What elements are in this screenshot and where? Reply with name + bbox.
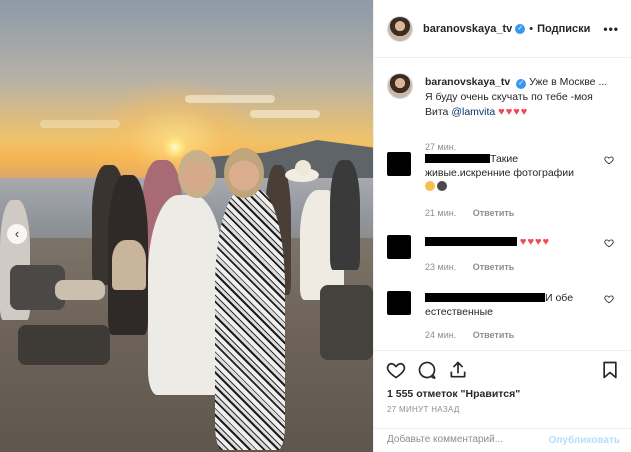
comment-text: ♥♥♥♥ bbox=[425, 235, 595, 249]
share-icon[interactable] bbox=[448, 360, 468, 380]
woman-in-newspaper-dress bbox=[215, 190, 285, 450]
post-side-panel: baranovskaya_tv ✓ • Подписки ••• baranov… bbox=[373, 0, 631, 452]
more-options-button[interactable]: ••• bbox=[603, 22, 619, 36]
caption-author-avatar[interactable] bbox=[387, 73, 413, 99]
cloud bbox=[185, 95, 275, 103]
comment-text-line-1: И обе bbox=[545, 292, 574, 304]
comments-list[interactable]: baranovskaya_tv ✓ Уже в Москве ... Я буд… bbox=[374, 58, 631, 350]
woman-head bbox=[224, 148, 264, 198]
comment-text: Такие живые.искренние фотографии bbox=[425, 152, 595, 194]
caption-line-1: Уже в Москве ... bbox=[529, 76, 608, 88]
hat-crown bbox=[295, 160, 311, 176]
woman-in-white-shirt bbox=[148, 195, 224, 395]
commenter-avatar-redacted[interactable] bbox=[387, 291, 411, 315]
red-hearts-emoji: ♥♥♥♥ bbox=[498, 106, 529, 118]
comment-text-line-2: живые.искренние фотографии bbox=[425, 167, 575, 179]
comment-icon[interactable] bbox=[417, 360, 437, 380]
caption-line-3: Вита bbox=[425, 106, 452, 118]
comment-time[interactable]: 23 мин. bbox=[425, 262, 456, 272]
post-photo[interactable]: ‹ bbox=[0, 0, 373, 452]
caption-text: baranovskaya_tv ✓ Уже в Москве ... Я буд… bbox=[425, 75, 625, 120]
add-comment-bar: Опубликовать bbox=[374, 428, 631, 452]
sunglasses-emoji bbox=[437, 181, 447, 191]
verified-icon: ✓ bbox=[516, 79, 527, 89]
reply-button[interactable]: Ответить bbox=[473, 330, 515, 340]
post-timestamp[interactable]: 27 МИНУТ НАЗАД bbox=[387, 405, 460, 414]
red-hearts-emoji: ♥♥♥♥ bbox=[519, 236, 551, 248]
woman-head bbox=[178, 150, 216, 198]
reply-button[interactable]: Ответить bbox=[473, 262, 515, 272]
commenter-avatar-redacted[interactable] bbox=[387, 235, 411, 259]
comment-like-heart-icon[interactable] bbox=[604, 238, 614, 248]
commenter-avatar-redacted[interactable] bbox=[387, 152, 411, 176]
comment-time[interactable]: 21 мин. bbox=[425, 208, 456, 218]
heart-icon[interactable] bbox=[386, 360, 406, 380]
previous-photo-button[interactable]: ‹ bbox=[7, 224, 27, 244]
publish-button[interactable]: Опубликовать bbox=[549, 435, 620, 446]
comment-like-heart-icon[interactable] bbox=[604, 155, 614, 165]
floor-cushion bbox=[18, 325, 110, 365]
separator-dot: • bbox=[529, 22, 534, 35]
following-button[interactable]: Подписки bbox=[537, 23, 590, 35]
comment-meta: 21 мин. Ответить bbox=[425, 208, 514, 218]
comment-text-line-2: естественные bbox=[425, 306, 493, 318]
author-avatar[interactable] bbox=[387, 15, 413, 42]
background-person-skirt bbox=[112, 240, 146, 290]
background-person bbox=[330, 160, 360, 270]
caption-time[interactable]: 27 мин. bbox=[425, 142, 456, 152]
likes-count[interactable]: 1 555 отметок "Нравится" bbox=[387, 388, 520, 400]
comment-meta: 24 мин. Ответить bbox=[425, 330, 514, 340]
action-bar bbox=[374, 350, 631, 386]
comment-text-line-1: Такие bbox=[490, 153, 519, 165]
comment-meta: 23 мин. Ответить bbox=[425, 262, 514, 272]
heart-eyes-emoji bbox=[425, 181, 435, 191]
redacted-username bbox=[425, 154, 490, 163]
author-username[interactable]: baranovskaya_tv bbox=[423, 23, 512, 35]
lounge-sofa bbox=[320, 285, 373, 360]
redacted-username bbox=[425, 293, 545, 302]
redacted-username bbox=[425, 237, 517, 246]
add-comment-input[interactable] bbox=[387, 434, 537, 445]
comment-time[interactable]: 24 мин. bbox=[425, 330, 456, 340]
cloud bbox=[40, 120, 120, 128]
mention-link[interactable]: @lamvita bbox=[451, 106, 495, 118]
verified-icon: ✓ bbox=[515, 23, 526, 34]
lounge-table bbox=[55, 280, 105, 300]
bookmark-icon[interactable] bbox=[600, 360, 620, 380]
caption-line-2: Я буду очень скучать по тебе -моя bbox=[425, 91, 593, 103]
caption-author-username[interactable]: baranovskaya_tv bbox=[425, 76, 510, 88]
cloud bbox=[250, 110, 320, 118]
comment-text: И обе естественные bbox=[425, 291, 595, 319]
post-header: baranovskaya_tv ✓ • Подписки ••• bbox=[374, 0, 631, 58]
reply-button[interactable]: Ответить bbox=[473, 208, 515, 218]
comment-like-heart-icon[interactable] bbox=[604, 294, 614, 304]
